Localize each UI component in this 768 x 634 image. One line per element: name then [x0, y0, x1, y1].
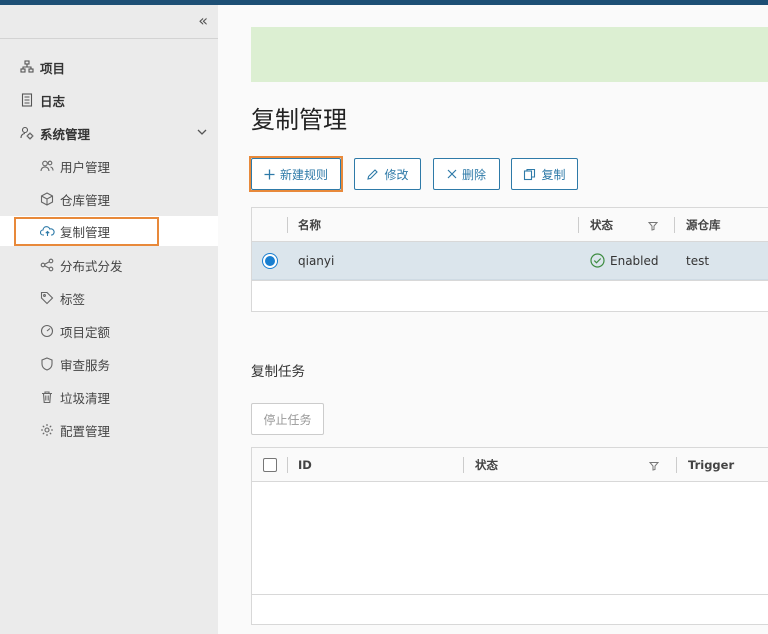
system-admin-icon: [19, 125, 35, 141]
cloud-upload-icon: [39, 223, 55, 239]
edit-label: 修改: [384, 167, 409, 182]
edit-button[interactable]: 修改: [354, 158, 421, 190]
row-radio-selected[interactable]: [263, 254, 277, 268]
projects-icon: [19, 59, 35, 75]
table-header: 名称 状态 源仓库: [252, 208, 768, 242]
sidebar-item-quotas[interactable]: 项目定额: [0, 316, 218, 346]
column-header-source[interactable]: 源仓库: [686, 208, 721, 241]
copy-icon: [523, 168, 536, 181]
logs-icon: [19, 92, 35, 108]
rules-table: 名称 状态 源仓库 qianyi Enabled test: [251, 207, 768, 312]
trash-icon: [39, 389, 55, 405]
table-footer: [252, 594, 768, 625]
sidebar-item-label: 日志: [40, 93, 66, 109]
new-rule-button[interactable]: 新建规则: [249, 156, 343, 192]
rule-name-cell: qianyi: [298, 253, 335, 268]
sidebar-item-projects[interactable]: 项目: [0, 52, 218, 82]
sidebar-item-distribution[interactable]: 分布式分发: [0, 250, 218, 280]
page-title: 复制管理: [251, 106, 347, 134]
column-header-status[interactable]: 状态: [590, 208, 613, 241]
sidebar-item-label: 标签: [60, 291, 86, 307]
users-icon: [39, 158, 55, 174]
column-header-status[interactable]: 状态: [475, 448, 498, 481]
plus-icon: [264, 169, 275, 180]
sidebar-item-gc[interactable]: 垃圾清理: [0, 382, 218, 412]
new-rule-label: 新建规则: [279, 167, 328, 182]
sidebar-item-registries[interactable]: 仓库管理: [0, 184, 218, 214]
sidebar-item-replication[interactable]: 复制管理: [0, 216, 218, 246]
column-header-name[interactable]: 名称: [298, 208, 321, 241]
chevron-down-icon: [196, 126, 208, 141]
alert-banner: [251, 27, 768, 82]
sidebar-item-labels[interactable]: 标签: [0, 283, 218, 313]
sidebar-item-logs[interactable]: 日志: [0, 85, 218, 115]
rule-source-cell: test: [686, 253, 710, 268]
sidebar-item-label: 仓库管理: [60, 192, 111, 208]
check-circle-icon: [590, 253, 605, 268]
tasks-table: ID 状态 Trigger: [251, 447, 768, 625]
filter-icon[interactable]: [647, 220, 659, 234]
column-separator: [578, 217, 579, 233]
status-text: Enabled: [610, 253, 659, 268]
cube-icon: [39, 191, 55, 207]
sidebar-item-label: 审查服务: [60, 357, 111, 373]
sidebar-item-configuration[interactable]: 配置管理: [0, 415, 218, 445]
copy-label: 复制: [541, 167, 566, 182]
close-icon: [447, 169, 457, 179]
tag-icon: [39, 290, 55, 306]
shield-icon: [39, 356, 55, 372]
tasks-section-title: 复制任务: [251, 364, 305, 380]
column-separator: [674, 217, 675, 233]
column-separator: [287, 457, 288, 473]
sidebar-item-label: 项目: [40, 60, 66, 76]
sidebar-item-label: 用户管理: [60, 159, 111, 175]
column-header-trigger[interactable]: Trigger: [688, 448, 734, 481]
collapse-sidebar-icon[interactable]: «: [198, 11, 208, 30]
column-separator: [287, 217, 288, 233]
column-header-id[interactable]: ID: [298, 448, 312, 481]
copy-button[interactable]: 复制: [511, 158, 578, 190]
sidebar-divider: [0, 38, 218, 39]
stop-task-button[interactable]: 停止任务: [251, 403, 324, 435]
share-icon: [39, 257, 55, 273]
table-footer: [252, 280, 768, 312]
sidebar-item-label: 系统管理: [40, 126, 91, 142]
select-all-checkbox[interactable]: [263, 458, 277, 472]
delete-label: 删除: [461, 167, 486, 182]
sidebar-item-label: 项目定额: [60, 324, 111, 340]
sidebar-item-system-admin[interactable]: 系统管理: [0, 118, 218, 148]
table-row[interactable]: qianyi Enabled test: [252, 242, 768, 280]
sidebar-item-label: 分布式分发: [60, 258, 123, 274]
pencil-icon: [366, 168, 379, 181]
delete-button[interactable]: 删除: [433, 158, 500, 190]
sidebar-item-interrogation[interactable]: 审查服务: [0, 349, 218, 379]
gauge-icon: [39, 323, 55, 339]
filter-icon[interactable]: [648, 460, 660, 474]
table-header: ID 状态 Trigger: [252, 448, 768, 482]
sidebar: « 项目 日志 系统管理 用户管理 仓库管理 复制管理 分布式分发 标签 项目定…: [0, 5, 218, 634]
sidebar-item-label: 配置管理: [60, 423, 111, 439]
sidebar-item-label: 复制管理: [60, 224, 111, 240]
sidebar-item-users[interactable]: 用户管理: [0, 151, 218, 181]
sidebar-item-label: 垃圾清理: [60, 390, 111, 406]
column-separator: [676, 457, 677, 473]
gear-icon: [39, 422, 55, 438]
rule-status-cell: Enabled: [590, 242, 659, 279]
column-separator: [463, 457, 464, 473]
